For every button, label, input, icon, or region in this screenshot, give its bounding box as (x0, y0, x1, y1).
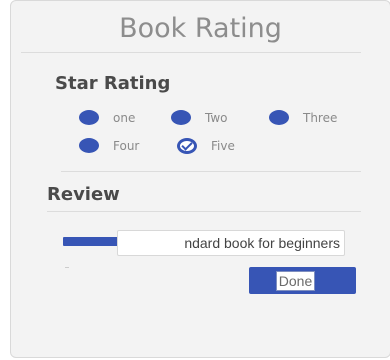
checkmark-icon (181, 139, 193, 151)
done-button-label: Done (275, 270, 316, 291)
radio-five-label: Five (211, 139, 235, 153)
radio-four-dot[interactable] (79, 138, 99, 153)
review-slider-bar[interactable] (63, 237, 123, 246)
radio-option-two[interactable]: Two (171, 110, 228, 125)
radio-five-dot[interactable] (177, 138, 197, 154)
radio-option-three[interactable]: Three (269, 110, 337, 125)
radio-three-label: Three (303, 110, 338, 125)
radio-one-label: one (113, 110, 136, 125)
radio-two-dot[interactable] (171, 110, 191, 125)
star-rating-heading: Star Rating (55, 73, 171, 94)
radio-three-dot[interactable] (269, 110, 289, 125)
radio-option-one[interactable]: one (79, 110, 135, 125)
radio-one-dot[interactable] (79, 110, 99, 125)
review-divider (47, 211, 361, 212)
star-rating-divider (61, 171, 361, 172)
radio-option-five[interactable]: Five (177, 138, 235, 154)
book-rating-card: Book Rating Star Rating one Two Three Fo… (10, 0, 390, 358)
review-heading: Review (47, 184, 120, 205)
radio-option-four[interactable]: Four (79, 138, 139, 153)
radio-two-label: Two (205, 110, 228, 125)
radio-four-label: Four (113, 138, 140, 153)
title-divider (21, 52, 361, 53)
review-input[interactable] (117, 230, 345, 256)
done-button[interactable]: Done (249, 267, 356, 294)
page-title: Book Rating (119, 13, 282, 44)
small-mark (65, 267, 69, 268)
